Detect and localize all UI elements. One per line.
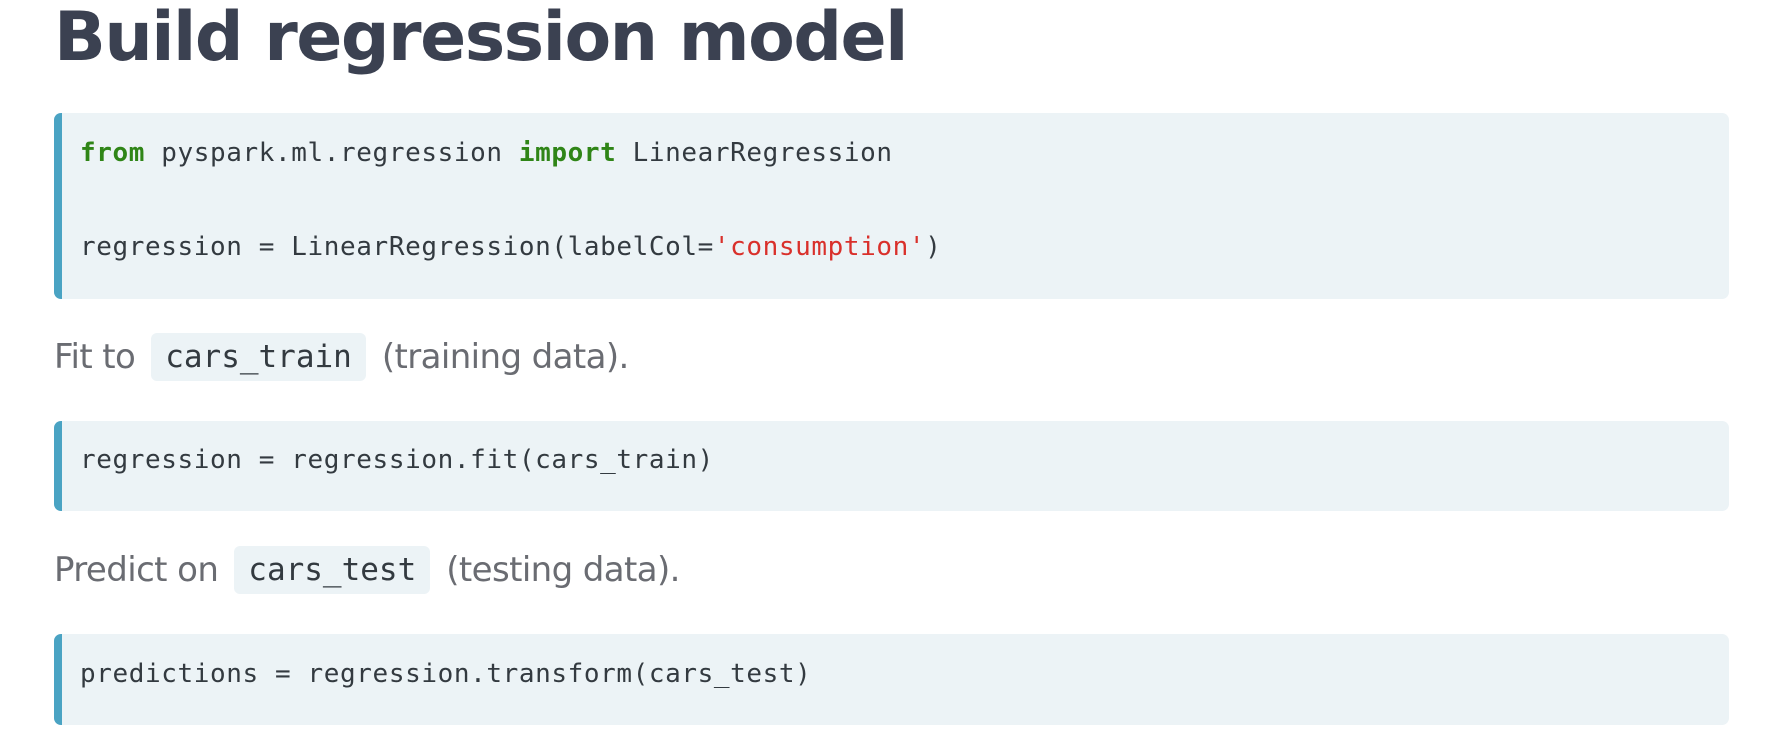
- code-block-import: from pyspark.ml.regression import Linear…: [54, 113, 1729, 299]
- page-title: Build regression model: [54, 0, 908, 77]
- code-text: regression = LinearRegression(labelCol=: [80, 232, 714, 262]
- predict-text-after: (testing data).: [446, 550, 680, 590]
- code-line-import: from pyspark.ml.regression import Linear…: [80, 137, 893, 169]
- class-name: LinearRegression: [616, 138, 893, 168]
- code-block-predict: predictions = regression.transform(cars_…: [54, 634, 1729, 725]
- keyword-from: from: [80, 138, 146, 168]
- code-line-regression: regression = LinearRegression(labelCol='…: [80, 231, 941, 263]
- predict-paragraph: Predict on cars_test (testing data).: [54, 543, 680, 597]
- code-text-end: ): [925, 232, 942, 262]
- predict-text-before: Predict on: [54, 550, 219, 590]
- keyword-import: import: [518, 138, 617, 168]
- fit-text-before: Fit to: [54, 337, 136, 377]
- code-block-fit: regression = regression.fit(cars_train): [54, 421, 1729, 511]
- code-line-fit: regression = regression.fit(cars_train): [80, 445, 714, 475]
- module-name: pyspark.ml.regression: [145, 138, 519, 168]
- fit-text-after: (training data).: [381, 337, 629, 377]
- inline-code-cars-test: cars_test: [234, 546, 431, 594]
- string-literal: 'consumption': [713, 232, 926, 262]
- inline-code-cars-train: cars_train: [151, 333, 366, 381]
- code-line-predict: predictions = regression.transform(cars_…: [80, 659, 812, 689]
- fit-paragraph: Fit to cars_train (training data).: [54, 330, 629, 384]
